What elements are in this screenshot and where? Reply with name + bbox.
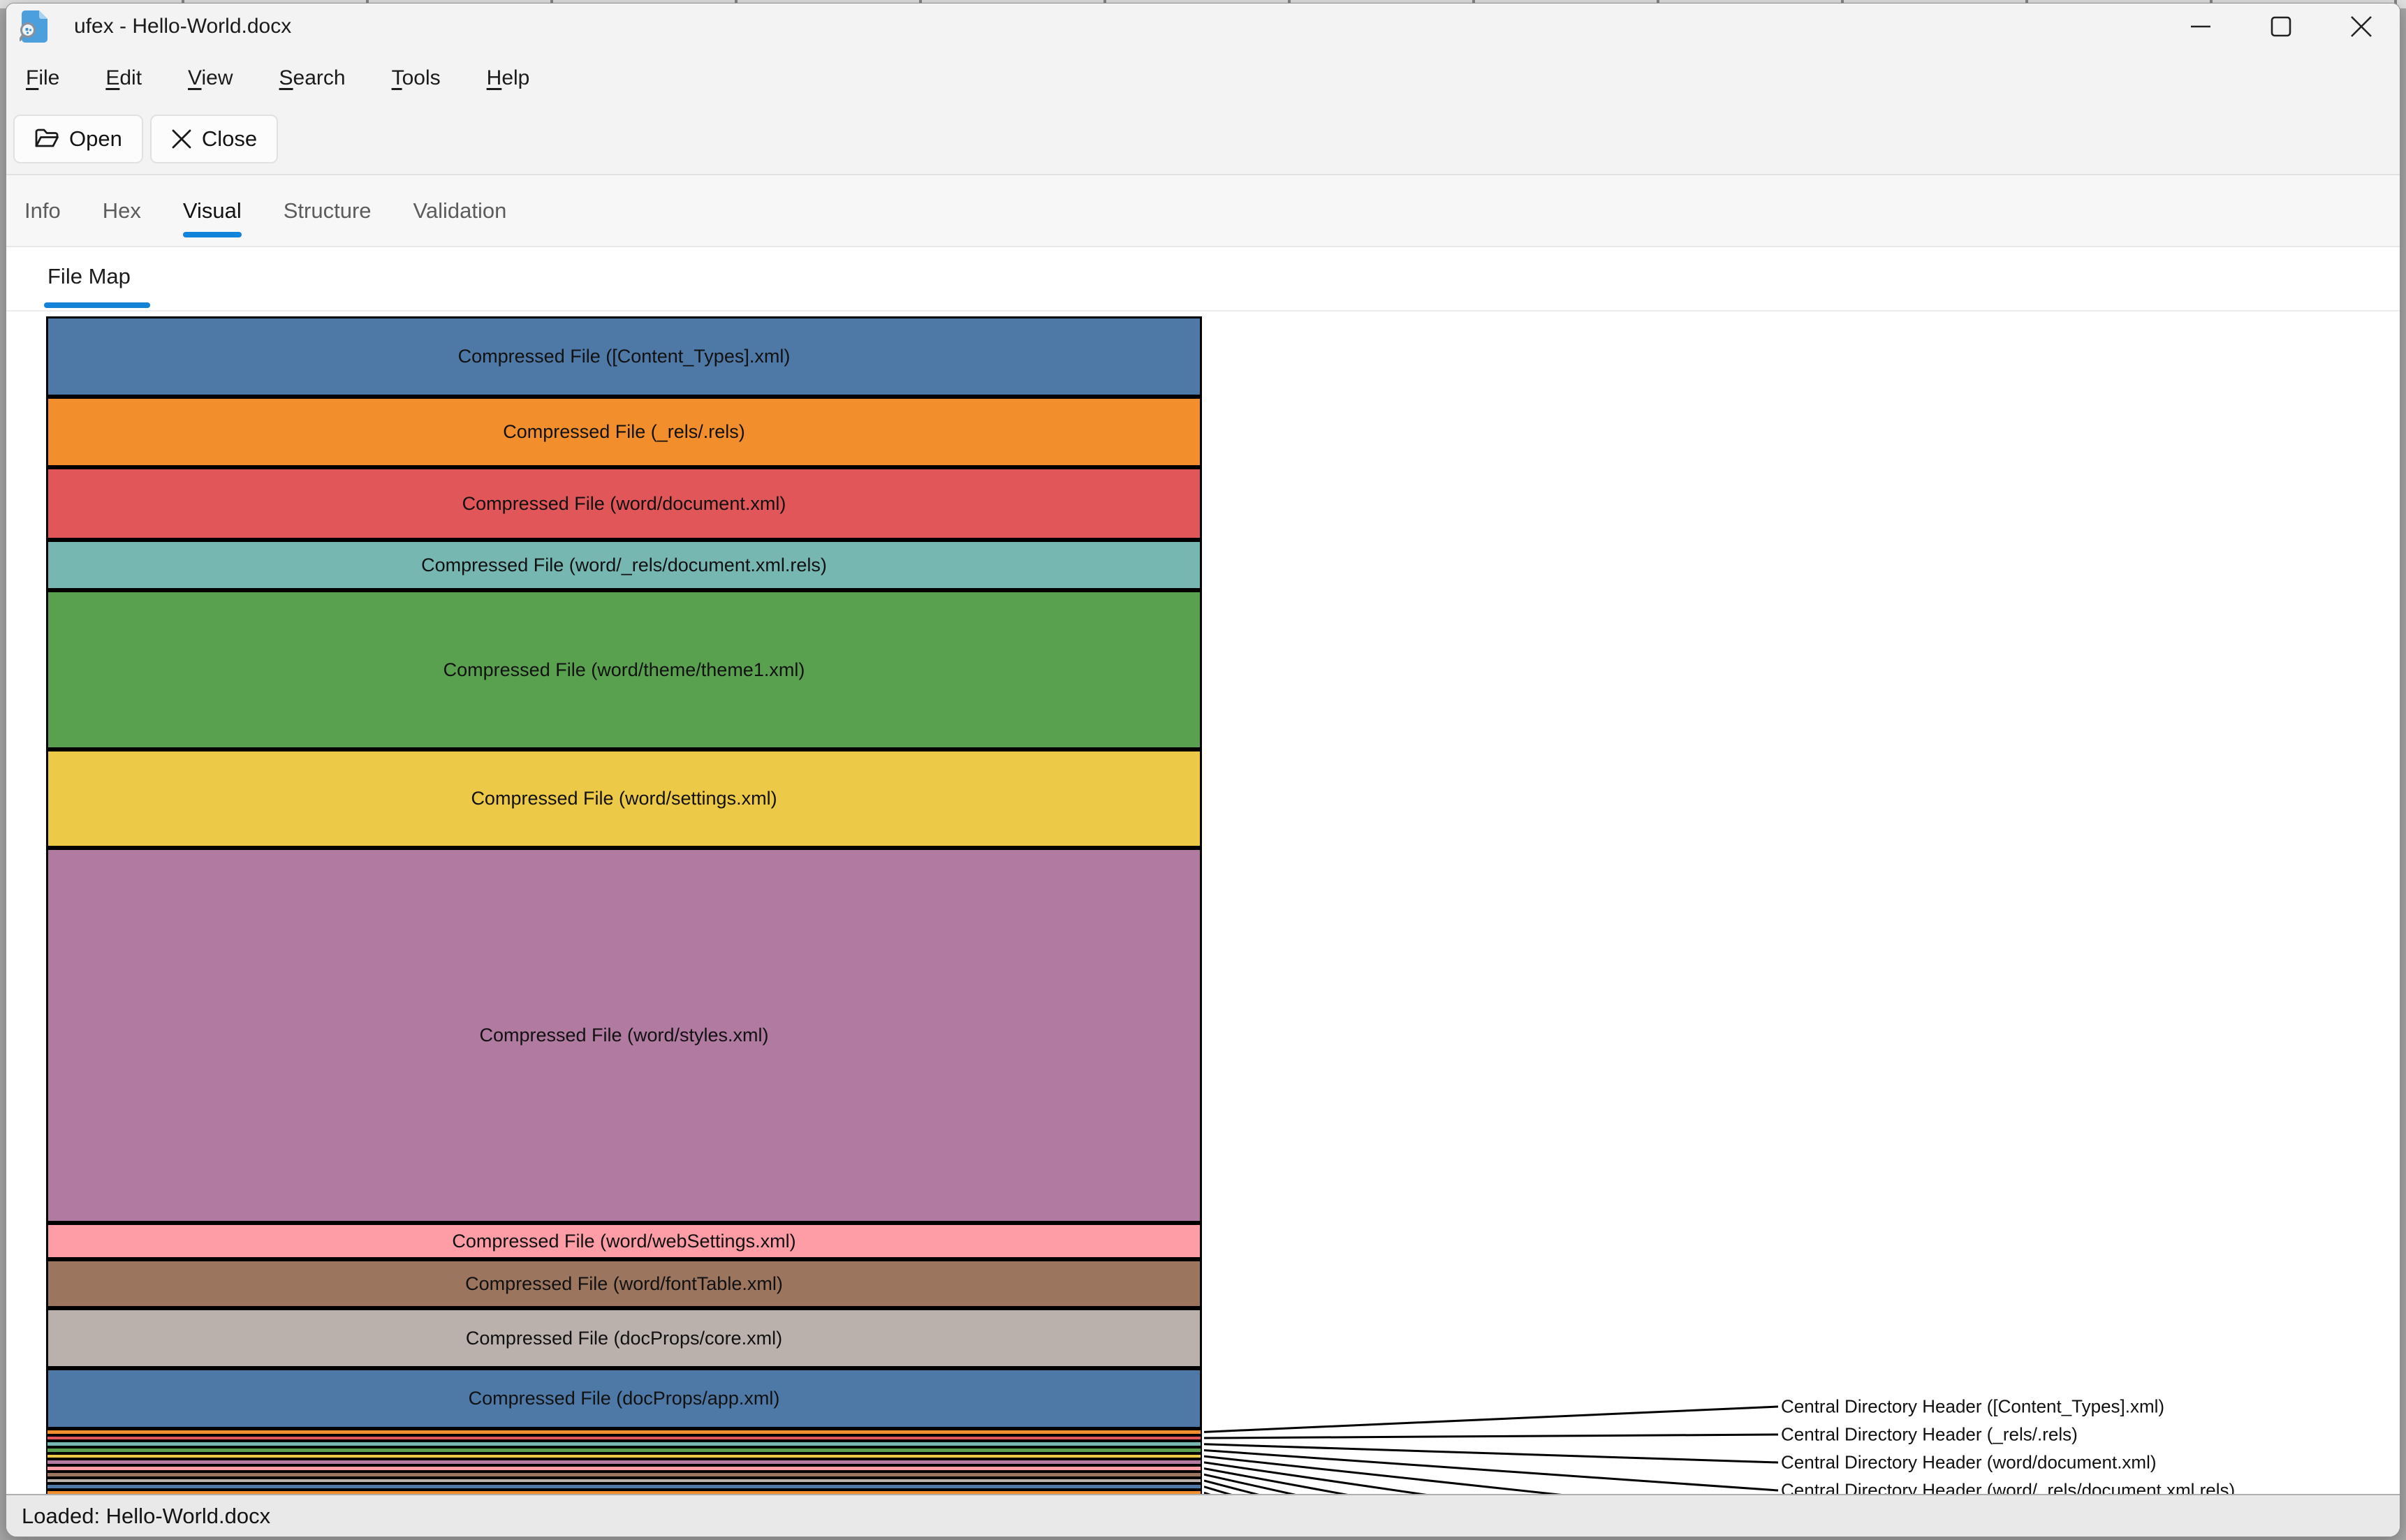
file-map-block-label: Compressed File (word/document.xml) (462, 493, 786, 515)
x-icon (171, 129, 192, 149)
open-folder-icon (34, 128, 59, 150)
file-map-block-label: Compressed File (_rels/.rels) (503, 421, 745, 443)
menu-item-tools[interactable]: Tools (392, 66, 441, 90)
menu-item-search[interactable]: Search (279, 66, 346, 90)
open-file-button[interactable]: Open (13, 115, 143, 163)
file-map-strip[interactable] (46, 1472, 1202, 1478)
file-map-block-label: Compressed File (word/_rels/document.xml… (421, 555, 827, 576)
minimize-icon (2189, 15, 2212, 38)
open-button-label: Open (69, 126, 122, 152)
file-map-block-label: Compressed File (word/webSettings.xml) (452, 1231, 795, 1252)
close-button-label: Close (202, 126, 257, 152)
file-map-block[interactable]: Compressed File (word/styles.xml) (46, 848, 1202, 1223)
active-subtab-underline (44, 302, 150, 308)
file-map-block-label: Compressed File ([Content_Types].xml) (458, 346, 791, 367)
tab-structure[interactable]: Structure (284, 198, 372, 223)
callout-label: Central Directory Header (_rels/.rels) (1781, 1424, 2078, 1446)
file-map-block[interactable]: Compressed File (word/webSettings.xml) (46, 1223, 1202, 1259)
menu-item-view[interactable]: View (188, 66, 233, 90)
tab-hex[interactable]: Hex (103, 198, 141, 223)
file-map-block[interactable]: Compressed File (word/document.xml) (46, 467, 1202, 540)
file-map-strip[interactable] (46, 1465, 1202, 1472)
file-map-strip[interactable] (46, 1447, 1202, 1453)
file-map-block-label: Compressed File (docProps/core.xml) (466, 1328, 782, 1349)
app-icon (20, 10, 49, 43)
menubar: File Edit View Search Tools Help (6, 50, 2400, 107)
file-map-strip[interactable] (46, 1429, 1202, 1435)
menu-item-file[interactable]: File (26, 66, 59, 90)
toolbar: Open Close (6, 107, 2400, 175)
file-map-strip[interactable] (46, 1483, 1202, 1490)
callout-label: Central Directory Header (word/document.… (1781, 1452, 2157, 1474)
file-map-strip[interactable] (46, 1435, 1202, 1442)
file-map-block-label: Compressed File (word/styles.xml) (479, 1025, 768, 1046)
file-map-strip[interactable] (46, 1478, 1202, 1484)
file-map-column: Compressed File ([Content_Types].xml) Com… (46, 316, 1202, 1496)
file-map-block[interactable]: Compressed File ([Content_Types].xml) (46, 316, 1202, 397)
active-tab-underline (183, 232, 242, 237)
window-title: ufex - Hello-World.docx (74, 3, 291, 50)
file-map-block[interactable]: Compressed File (word/_rels/document.xml… (46, 540, 1202, 590)
file-map-block-label: Compressed File (docProps/app.xml) (469, 1388, 780, 1409)
file-map-block-label: Compressed File (word/theme/theme1.xml) (443, 659, 805, 681)
tab-info[interactable]: Info (24, 198, 61, 223)
file-map-block[interactable]: Compressed File (word/settings.xml) (46, 749, 1202, 848)
status-text: Loaded: Hello-World.docx (22, 1504, 270, 1529)
tab-file-map[interactable]: File Map (47, 247, 131, 306)
minimize-button[interactable] (2168, 6, 2233, 47)
file-map-strip[interactable] (46, 1459, 1202, 1465)
file-map-block-label: Compressed File (word/settings.xml) (471, 788, 777, 809)
file-map-block[interactable]: Compressed File (_rels/.rels) (46, 397, 1202, 467)
titlebar: ufex - Hello-World.docx (6, 3, 2400, 50)
file-map-block[interactable]: Compressed File (word/fontTable.xml) (46, 1259, 1202, 1308)
caption-buttons (2168, 5, 2394, 48)
file-map-strip[interactable] (46, 1441, 1202, 1447)
file-map-canvas: Compressed File ([Content_Types].xml) Com… (6, 311, 2400, 1537)
close-icon (2349, 15, 2373, 38)
tabbar: Info Hex Visual Structure Validation (6, 175, 2400, 247)
file-map-block[interactable]: Compressed File (word/theme/theme1.xml) (46, 590, 1202, 749)
callout-label: Central Directory Header ([Content_Types… (1781, 1396, 2164, 1418)
file-map-block-label: Compressed File (word/fontTable.xml) (465, 1273, 783, 1295)
maximize-icon (2270, 15, 2292, 38)
app-window: ufex - Hello-World.docx File Edit View Sear… (6, 3, 2400, 1537)
menu-item-help[interactable]: Help (487, 66, 530, 90)
maximize-button[interactable] (2248, 6, 2314, 47)
menu-item-edit[interactable]: Edit (105, 66, 142, 90)
file-map-block[interactable]: Compressed File (docProps/app.xml) (46, 1368, 1202, 1429)
tab-visual[interactable]: Visual (183, 198, 242, 223)
tab-validation[interactable]: Validation (413, 198, 507, 223)
subtabbar: File Map (6, 247, 2400, 311)
statusbar: Loaded: Hello-World.docx (6, 1494, 2400, 1537)
close-file-button[interactable]: Close (150, 115, 278, 163)
close-button[interactable] (2328, 6, 2394, 47)
file-map-block[interactable]: Compressed File (docProps/core.xml) (46, 1308, 1202, 1368)
file-map-strip[interactable] (46, 1453, 1202, 1460)
